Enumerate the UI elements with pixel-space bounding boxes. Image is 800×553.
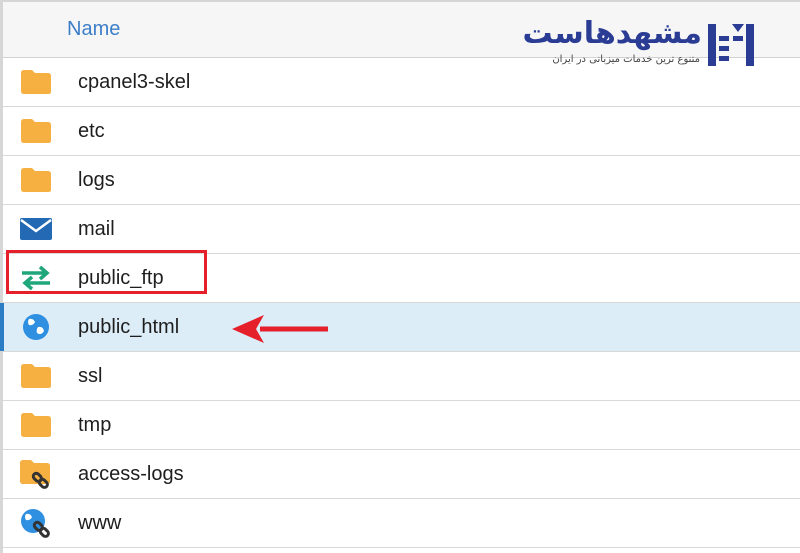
- file-name: access-logs: [78, 462, 184, 485]
- file-row-public-html[interactable]: public_html: [0, 303, 800, 352]
- file-row-www[interactable]: www: [3, 499, 800, 548]
- transfer-arrows-icon: [19, 263, 53, 293]
- file-row-ssl[interactable]: ssl: [3, 352, 800, 401]
- file-row-public-ftp[interactable]: public_ftp: [3, 254, 800, 303]
- file-name: etc: [78, 119, 105, 142]
- file-row-cpanel3-skel[interactable]: cpanel3-skel: [3, 58, 800, 107]
- file-name: logs: [78, 168, 115, 191]
- folder-icon: [19, 410, 53, 440]
- file-list: cpanel3-skel etc logs mail public_ftp pu…: [0, 58, 800, 548]
- globe-link-icon: [19, 508, 53, 538]
- folder-icon: [19, 361, 53, 391]
- file-name: cpanel3-skel: [78, 70, 191, 93]
- globe-icon: [19, 312, 53, 342]
- folder-icon: [19, 67, 53, 97]
- file-row-tmp[interactable]: tmp: [3, 401, 800, 450]
- file-row-etc[interactable]: etc: [3, 107, 800, 156]
- folder-icon: [19, 165, 53, 195]
- file-name: www: [78, 511, 122, 534]
- folder-link-icon: [19, 459, 53, 489]
- file-row-logs[interactable]: logs: [3, 156, 800, 205]
- pointer-arrow-icon: [232, 315, 328, 343]
- file-name: public_ftp: [78, 266, 164, 289]
- mail-icon: [19, 214, 53, 244]
- folder-icon: [19, 116, 53, 146]
- file-name: ssl: [78, 364, 103, 387]
- file-name: mail: [78, 217, 115, 240]
- logo-text: مشهدهاست: [522, 16, 703, 51]
- file-row-mail[interactable]: mail: [3, 205, 800, 254]
- file-row-access-logs[interactable]: access-logs: [3, 450, 800, 499]
- name-column-header[interactable]: Name: [67, 18, 120, 41]
- file-name: tmp: [78, 413, 112, 436]
- file-name: public_html: [78, 315, 180, 338]
